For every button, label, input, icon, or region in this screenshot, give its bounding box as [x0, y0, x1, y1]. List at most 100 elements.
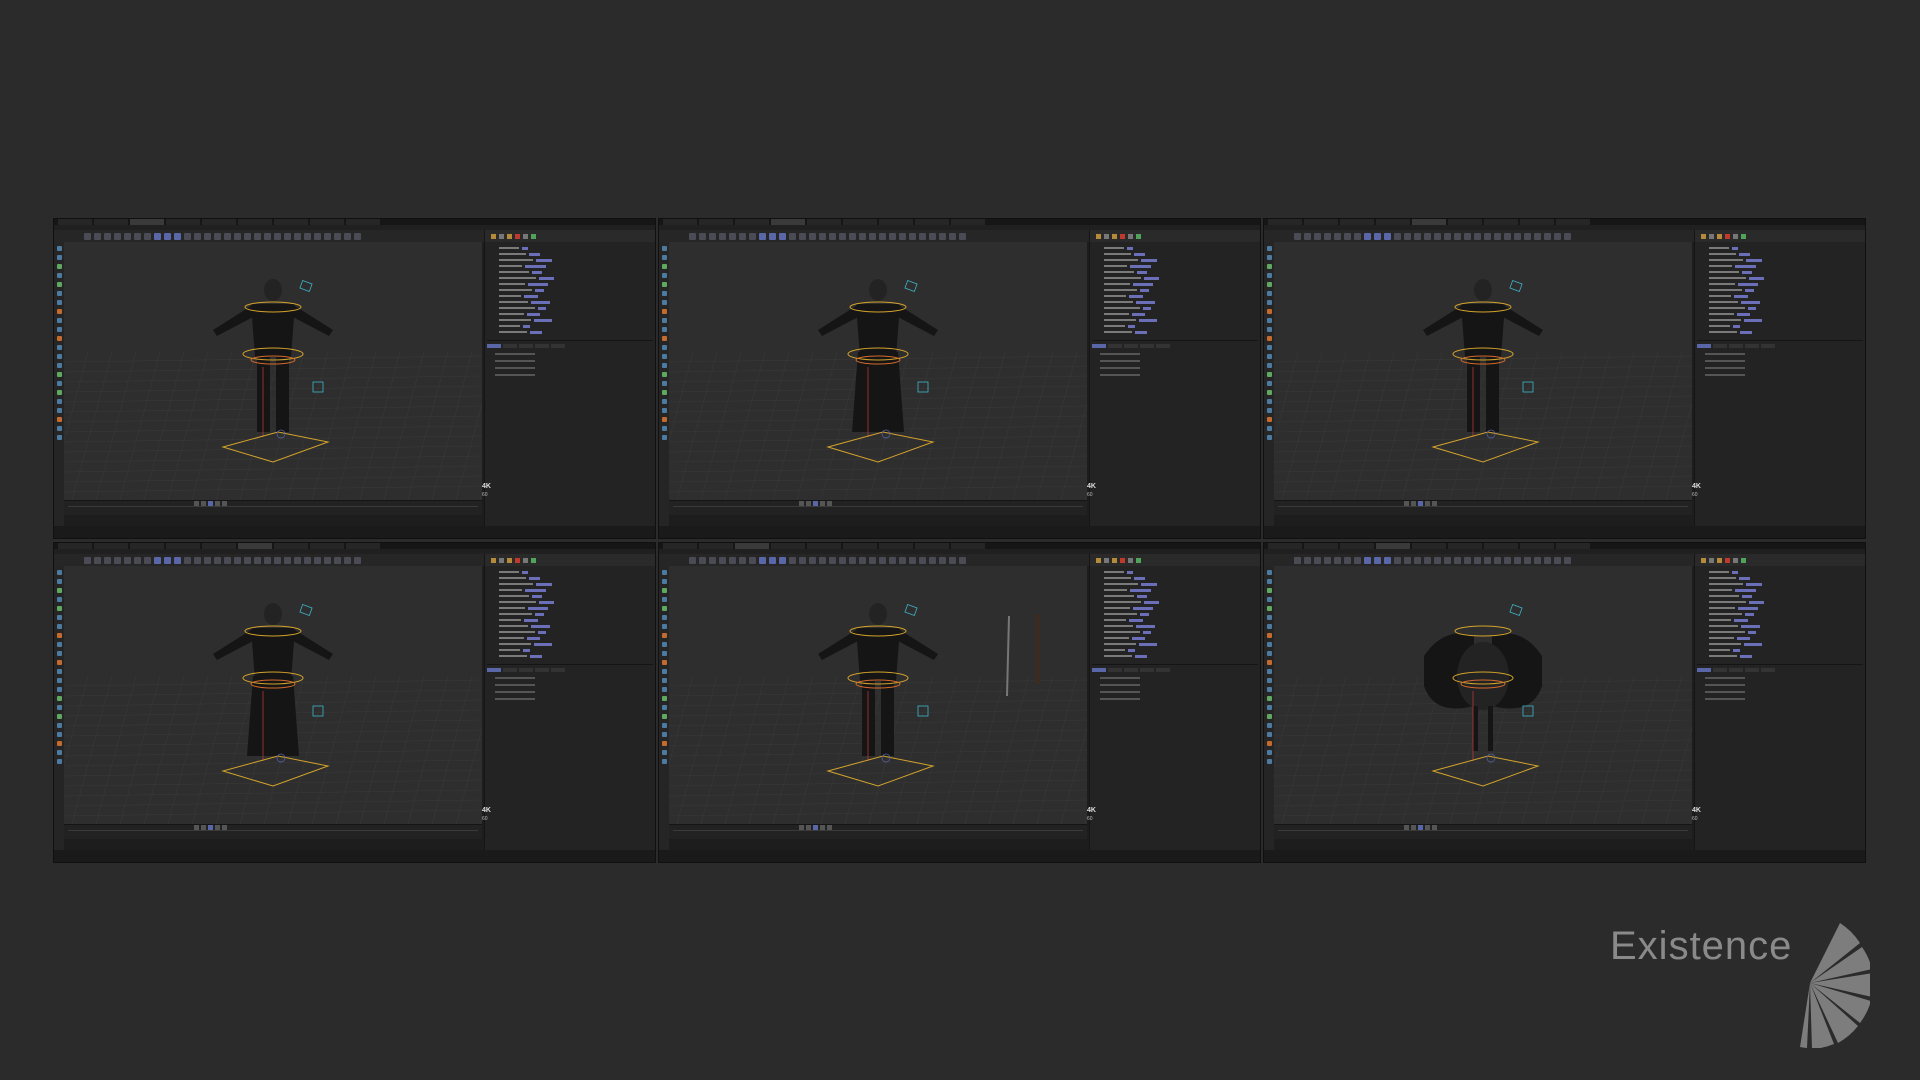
tool-icon[interactable]: [661, 696, 667, 701]
toolbar-button[interactable]: [194, 232, 201, 240]
object-list-row[interactable]: [1709, 606, 1861, 610]
toolbar-button[interactable]: [1314, 232, 1321, 240]
step-back-button[interactable]: [806, 501, 811, 506]
toolbar-button[interactable]: [294, 556, 301, 564]
object-icon[interactable]: [1725, 557, 1730, 563]
tool-icon[interactable]: [56, 336, 62, 341]
object-list-row[interactable]: [1709, 618, 1861, 622]
toolbar-button[interactable]: [1324, 232, 1331, 240]
tool-icon[interactable]: [661, 678, 667, 683]
object-list-row[interactable]: [1709, 318, 1861, 322]
toolbar-button[interactable]: [1304, 232, 1311, 240]
object-icon[interactable]: [1128, 233, 1133, 239]
object-list-row[interactable]: [1709, 330, 1861, 334]
toolbar-button[interactable]: [789, 232, 796, 240]
object-list-row[interactable]: [1104, 270, 1256, 274]
tool-icon[interactable]: [56, 579, 62, 584]
tool-icon[interactable]: [1266, 741, 1272, 746]
tool-icon[interactable]: [661, 750, 667, 755]
object-list-row[interactable]: [1104, 570, 1256, 574]
toolbar-button[interactable]: [1454, 556, 1461, 564]
object-list-row[interactable]: [1104, 300, 1256, 304]
tool-icon[interactable]: [1266, 624, 1272, 629]
object-list-row[interactable]: [499, 312, 651, 316]
object-list-row[interactable]: [499, 300, 651, 304]
toolbar-button[interactable]: [1374, 556, 1381, 564]
tool-icon[interactable]: [56, 597, 62, 602]
tool-icon[interactable]: [661, 435, 667, 440]
toolbar-button[interactable]: [254, 556, 261, 564]
object-list-row[interactable]: [1104, 264, 1256, 268]
tool-icon[interactable]: [1266, 363, 1272, 368]
tool-icon[interactable]: [1266, 669, 1272, 674]
toolbar-button[interactable]: [1474, 556, 1481, 564]
object-list-row[interactable]: [1104, 282, 1256, 286]
toolbar-button[interactable]: [134, 556, 141, 564]
tool-icon[interactable]: [1266, 426, 1272, 431]
attr-tab[interactable]: [1156, 344, 1170, 348]
toolbar-button[interactable]: [889, 556, 896, 564]
timeline[interactable]: [1274, 500, 1692, 515]
timeline[interactable]: [669, 500, 1087, 515]
attr-tab[interactable]: [1729, 344, 1743, 348]
play-back-button[interactable]: [194, 501, 199, 506]
toolbar-button[interactable]: [124, 556, 131, 564]
object-icon[interactable]: [1096, 557, 1101, 563]
object-list-row[interactable]: [1104, 606, 1256, 610]
object-list-row[interactable]: [499, 282, 651, 286]
tool-icon[interactable]: [661, 570, 667, 575]
toolbar-button[interactable]: [1464, 556, 1471, 564]
object-icon[interactable]: [1096, 233, 1101, 239]
step-back-button[interactable]: [201, 825, 206, 830]
toolbar-button[interactable]: [899, 232, 906, 240]
play-back-button[interactable]: [799, 825, 804, 830]
toolbar-button[interactable]: [689, 232, 696, 240]
toolbar-button[interactable]: [909, 232, 916, 240]
tool-icon[interactable]: [661, 390, 667, 395]
step-back-button[interactable]: [201, 501, 206, 506]
tool-icon[interactable]: [1266, 714, 1272, 719]
object-list-row[interactable]: [499, 642, 651, 646]
tool-icon[interactable]: [56, 246, 62, 251]
tool-icon[interactable]: [1266, 732, 1272, 737]
toolbar-button[interactable]: [839, 556, 846, 564]
toolbar-button[interactable]: [84, 556, 91, 564]
tool-icon[interactable]: [661, 327, 667, 332]
toolbar-button[interactable]: [1444, 556, 1451, 564]
object-list-row[interactable]: [499, 582, 651, 586]
attr-tab[interactable]: [1108, 344, 1122, 348]
toolbar-button[interactable]: [919, 232, 926, 240]
tool-icon[interactable]: [661, 399, 667, 404]
object-list-row[interactable]: [1104, 576, 1256, 580]
tool-icon[interactable]: [1266, 642, 1272, 647]
toolbar-button[interactable]: [779, 556, 786, 564]
record-button[interactable]: [222, 501, 227, 506]
tool-icon[interactable]: [56, 660, 62, 665]
attr-tab[interactable]: [1713, 668, 1727, 672]
object-list-row[interactable]: [1104, 648, 1256, 652]
toolbar-button[interactable]: [344, 556, 351, 564]
object-icon[interactable]: [1717, 557, 1722, 563]
toolbar-button[interactable]: [819, 556, 826, 564]
object-icon[interactable]: [531, 557, 536, 563]
step-forward-button[interactable]: [820, 825, 825, 830]
attr-tab[interactable]: [487, 668, 501, 672]
tool-icon[interactable]: [661, 714, 667, 719]
tool-icon[interactable]: [1266, 651, 1272, 656]
tool-icon[interactable]: [56, 255, 62, 260]
toolbar-button[interactable]: [809, 556, 816, 564]
object-icon[interactable]: [1136, 233, 1141, 239]
object-list-row[interactable]: [1104, 612, 1256, 616]
toolbar-button[interactable]: [304, 232, 311, 240]
tool-icon[interactable]: [1266, 336, 1272, 341]
tool-icon[interactable]: [661, 345, 667, 350]
object-icon[interactable]: [499, 233, 504, 239]
attr-tab[interactable]: [503, 668, 517, 672]
record-button[interactable]: [827, 501, 832, 506]
attr-tab[interactable]: [551, 344, 565, 348]
toolbar-button[interactable]: [284, 556, 291, 564]
toolbar-button[interactable]: [264, 556, 271, 564]
tool-icon[interactable]: [56, 687, 62, 692]
toolbar-button[interactable]: [234, 556, 241, 564]
toolbar-button[interactable]: [314, 232, 321, 240]
